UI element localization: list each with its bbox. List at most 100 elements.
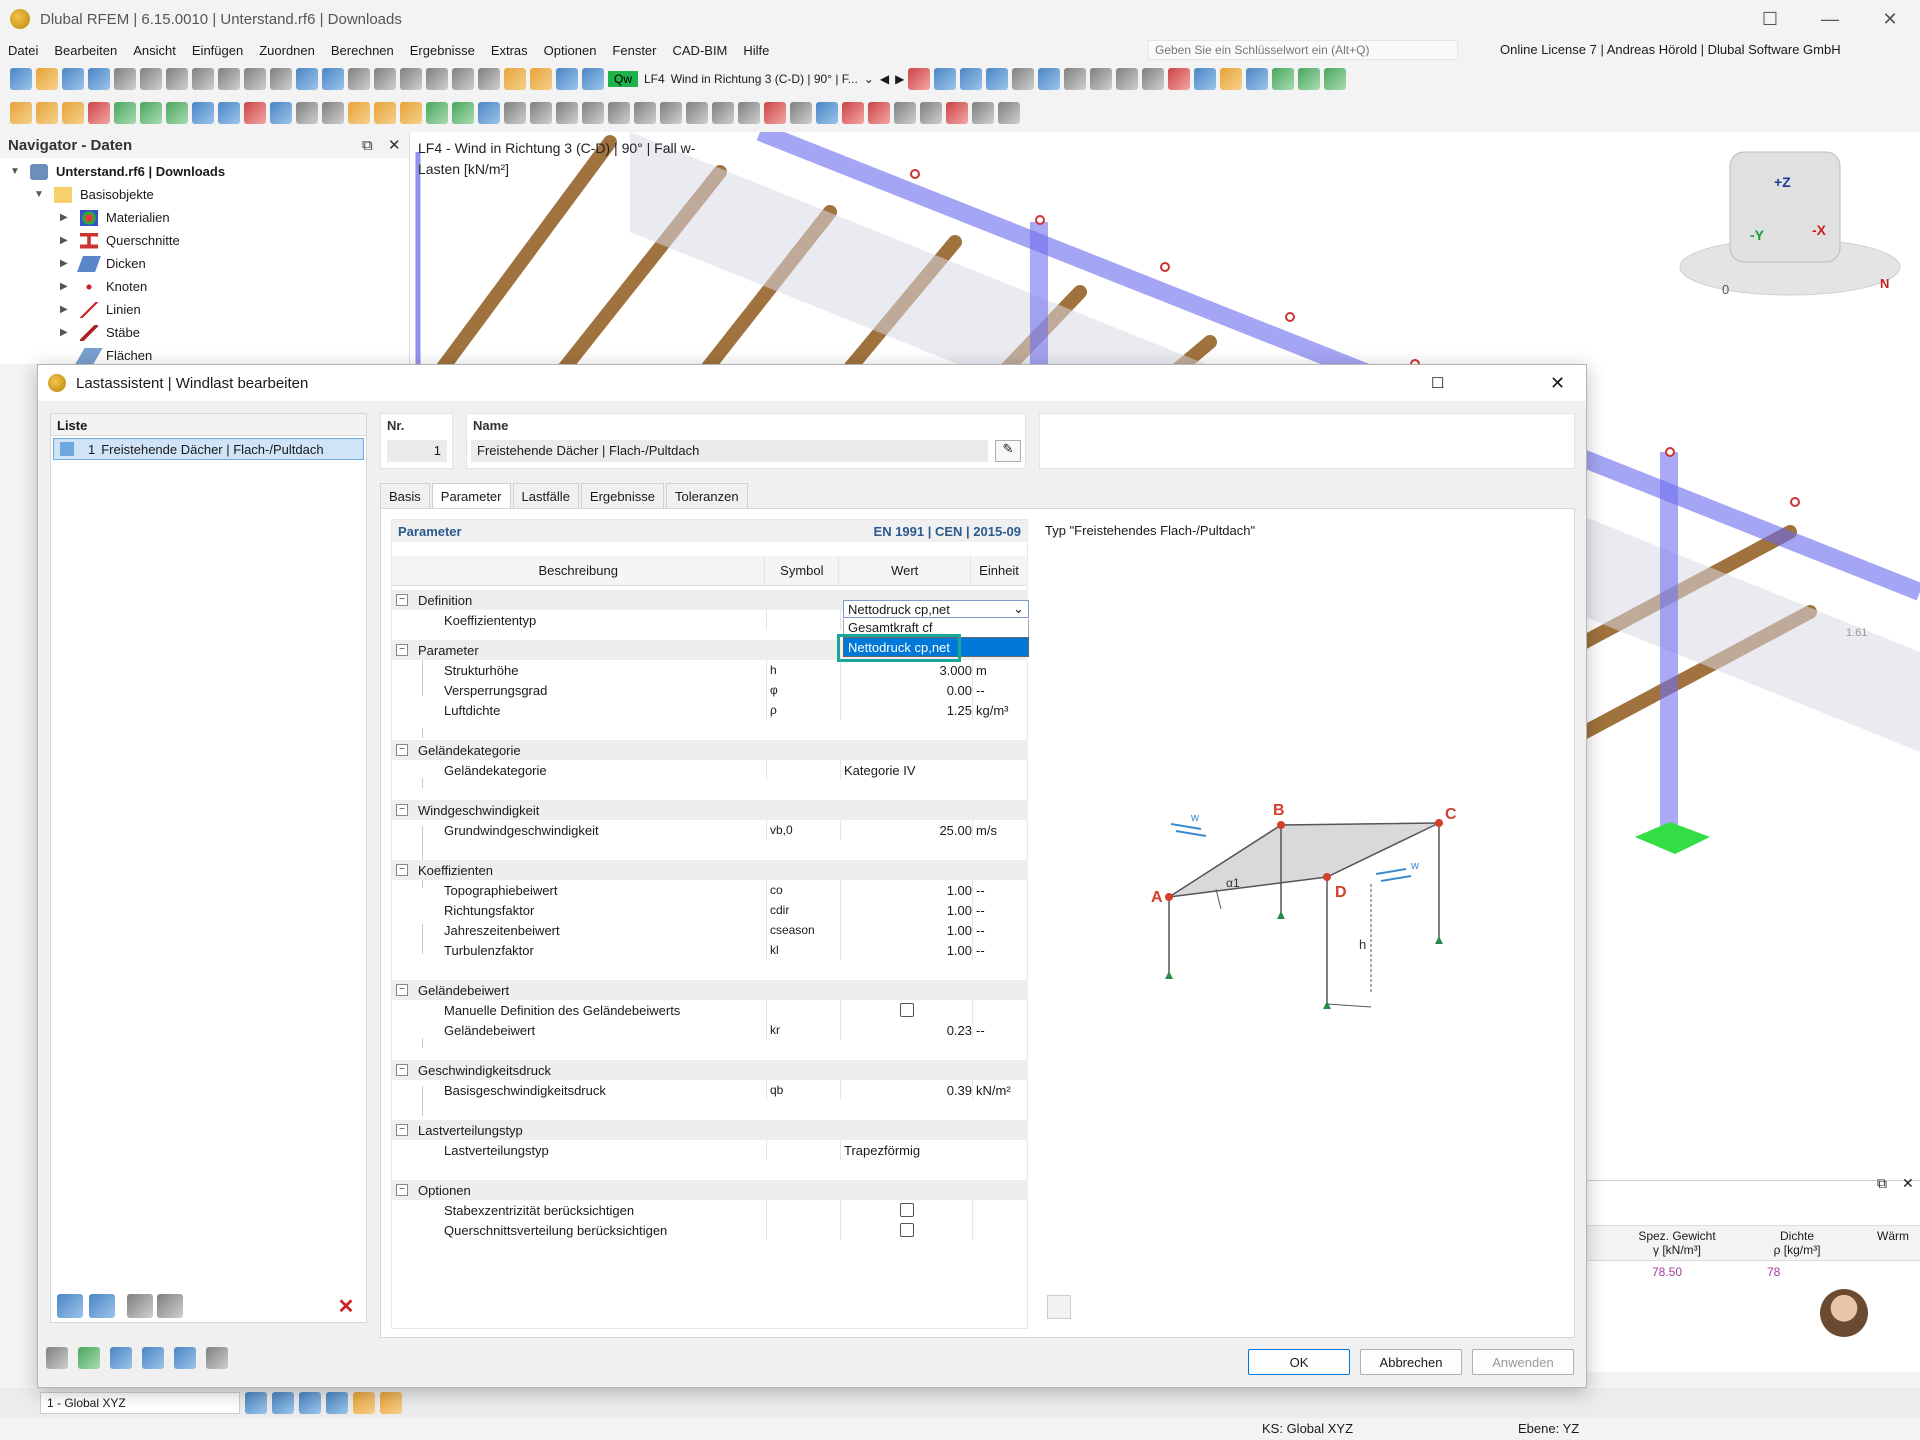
section-distribution-checkbox[interactable]: [900, 1223, 914, 1237]
check-icon[interactable]: [127, 1294, 153, 1318]
print-icon[interactable]: [166, 68, 188, 90]
row-turbulenzfaktor[interactable]: Turbulenzfaktor kl 1.00 --: [392, 940, 1028, 960]
chevron-right-icon[interactable]: ▶: [60, 212, 72, 223]
member-load-icon[interactable]: [634, 102, 656, 124]
value-cell[interactable]: 1.00: [844, 903, 972, 918]
assistant-avatar[interactable]: [1820, 1289, 1868, 1337]
value-cell[interactable]: 25.00: [844, 823, 972, 838]
nav-item-materialien[interactable]: ▶ Materialien: [60, 206, 170, 229]
manual-definition-checkbox[interactable]: [900, 1003, 914, 1017]
panel-close-icon[interactable]: ✕: [1902, 1175, 1914, 1192]
measure-icon[interactable]: [530, 102, 552, 124]
collapse-icon[interactable]: −: [396, 1184, 408, 1196]
value-cell[interactable]: 1.25: [844, 703, 972, 718]
member-icon[interactable]: [140, 102, 162, 124]
value-cell[interactable]: 3.000: [844, 663, 972, 678]
text-icon[interactable]: [530, 68, 552, 90]
report-icon[interactable]: [192, 68, 214, 90]
new-file-icon[interactable]: [10, 68, 32, 90]
imperfection-icon[interactable]: [738, 102, 760, 124]
coordinate-system-select[interactable]: 1 - Global XYZ: [40, 1392, 240, 1414]
menu-hilfe[interactable]: Hilfe: [735, 43, 777, 58]
iso-view-icon[interactable]: [1194, 68, 1217, 90]
layer-stack-icon[interactable]: [998, 102, 1020, 124]
eccentricity-checkbox[interactable]: [900, 1203, 914, 1217]
nr-input[interactable]: 1: [387, 440, 447, 462]
axis-y-icon[interactable]: [1298, 68, 1321, 90]
side-view-icon[interactable]: [1246, 68, 1269, 90]
chevron-right-icon[interactable]: ▶: [60, 258, 72, 269]
previous-icon[interactable]: ◀: [880, 72, 889, 86]
view-z-icon[interactable]: [299, 1392, 321, 1414]
nav-item-basisobjekte[interactable]: ▼ Basisobjekte: [34, 183, 154, 206]
nav-item-querschnitte[interactable]: ▶ Querschnitte: [60, 229, 180, 252]
value-cell[interactable]: 0.00: [844, 683, 972, 698]
axis-x-icon[interactable]: [1272, 68, 1295, 90]
print-preview-icon[interactable]: [114, 68, 136, 90]
ortho-icon[interactable]: [380, 1392, 402, 1414]
collapse-icon[interactable]: −: [396, 804, 408, 816]
undock-icon[interactable]: ⧉: [1877, 1175, 1887, 1192]
polyline-icon[interactable]: [62, 102, 84, 124]
close-button[interactable]: ✕: [1860, 0, 1920, 38]
mirror-icon[interactable]: [400, 102, 422, 124]
rendering-icon[interactable]: [1116, 68, 1139, 90]
formula-icon[interactable]: [206, 1347, 228, 1369]
collapse-icon[interactable]: −: [396, 984, 408, 996]
collapse-icon[interactable]: −: [396, 644, 408, 656]
divide-icon[interactable]: [426, 102, 448, 124]
units-icon[interactable]: [78, 1347, 100, 1369]
curve-icon[interactable]: [556, 102, 578, 124]
value-cell[interactable]: 1.00: [844, 883, 972, 898]
delete-results-icon[interactable]: [908, 68, 931, 90]
redo-icon[interactable]: [270, 68, 292, 90]
display-icon[interactable]: [1090, 68, 1113, 90]
section-icon[interactable]: [1038, 68, 1061, 90]
group-gelaendekategorie[interactable]: − Geländekategorie: [392, 740, 1028, 760]
snap-line-icon[interactable]: [868, 102, 890, 124]
row-jahreszeitenbeiwert[interactable]: Jahreszeitenbeiwert cseason 1.00 --: [392, 920, 1028, 940]
line-load-icon[interactable]: [686, 102, 708, 124]
preview-options-icon[interactable]: [1047, 1295, 1071, 1319]
cloud-icon[interactable]: [88, 68, 110, 90]
row-lastverteilungstyp[interactable]: Lastverteilungstyp Trapezförmig: [392, 1140, 1028, 1160]
group-gelaendebeiwert[interactable]: − Geländebeiwert: [392, 980, 1028, 1000]
group-geschwindigkeitsdruck[interactable]: − Geschwindigkeitsdruck: [392, 1060, 1028, 1080]
help-icon[interactable]: [46, 1347, 68, 1369]
surface-icon[interactable]: [166, 102, 188, 124]
view-iso-icon[interactable]: [326, 1392, 348, 1414]
name-input[interactable]: Freistehende Dächer | Flach-/Pultdach: [471, 440, 988, 462]
dialog-maximize-button[interactable]: ☐: [1431, 374, 1444, 392]
menu-zuordnen[interactable]: Zuordnen: [251, 43, 323, 58]
arc-icon[interactable]: [88, 102, 110, 124]
select-icon[interactable]: [504, 102, 526, 124]
support-icon[interactable]: [114, 102, 136, 124]
camera-icon[interactable]: [972, 102, 994, 124]
magnet-icon[interactable]: [764, 102, 786, 124]
menu-einfuegen[interactable]: Einfügen: [184, 43, 251, 58]
chevron-down-icon[interactable]: ▼: [34, 189, 46, 200]
console-icon[interactable]: [374, 68, 396, 90]
menu-ergebnisse[interactable]: Ergebnisse: [402, 43, 483, 58]
nav-item-knoten[interactable]: ▶ Knoten: [60, 275, 147, 298]
nav-item-staebe[interactable]: ▶ Stäbe: [60, 321, 140, 344]
snap-icon[interactable]: [353, 1392, 375, 1414]
tab-ergebnisse[interactable]: Ergebnisse: [580, 483, 664, 509]
axis-z-icon[interactable]: [1324, 68, 1347, 90]
value-cell[interactable]: 1.00: [844, 943, 972, 958]
combination-icon[interactable]: [582, 68, 604, 90]
menu-bearbeiten[interactable]: Bearbeiten: [46, 43, 125, 58]
snap-surface-icon[interactable]: [894, 102, 916, 124]
row-gelaendekategorie[interactable]: Geländekategorie Kategorie IV: [392, 760, 1028, 780]
opening-icon[interactable]: [218, 102, 240, 124]
cut-icon[interactable]: [920, 102, 942, 124]
nav-item-dicken[interactable]: ▶ Dicken: [60, 252, 146, 275]
view-x-icon[interactable]: [245, 1392, 267, 1414]
delete-item-icon[interactable]: ✕: [333, 1294, 359, 1318]
dialog-close-button[interactable]: ✕: [1550, 373, 1565, 394]
chevron-right-icon[interactable]: ▶: [60, 281, 72, 292]
chevron-right-icon[interactable]: ▶: [60, 304, 72, 315]
list-item[interactable]: 1 Freistehende Dächer | Flach-/Pultdach: [53, 438, 364, 460]
copy-icon[interactable]: [296, 102, 318, 124]
row-strukturhoehe[interactable]: Strukturhöhe h 3.000 m: [392, 660, 1028, 680]
